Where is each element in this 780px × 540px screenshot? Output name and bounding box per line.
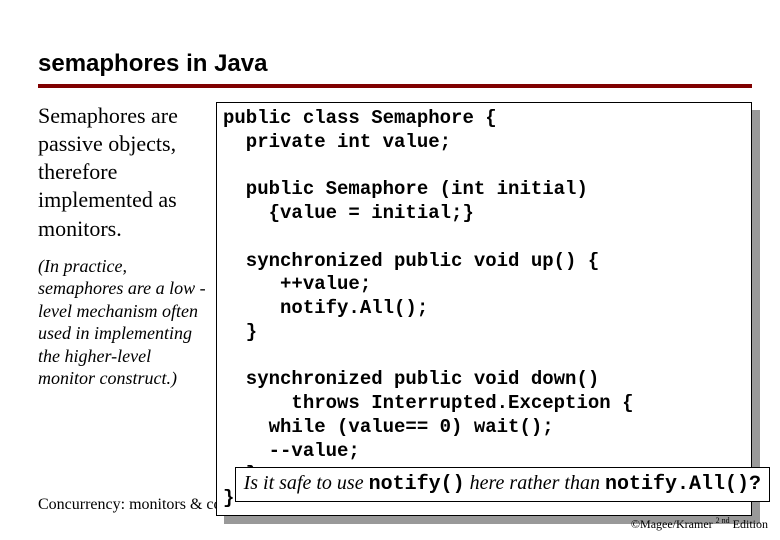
- slide-title: semaphores in Java: [38, 50, 752, 78]
- code-container: public class Semaphore { private int val…: [216, 102, 752, 516]
- question-code2: notify.All()?: [605, 473, 761, 496]
- content-columns: Semaphores are passive objects, therefor…: [38, 102, 752, 516]
- note-paragraph: (In practice, semaphores are a low -leve…: [38, 255, 206, 390]
- code-block: public class Semaphore { private int val…: [216, 102, 752, 516]
- footer-right: ©Magee/Kramer 2 nd Edition: [631, 516, 768, 532]
- title-divider: [38, 84, 752, 88]
- description-paragraph: Semaphores are passive objects, therefor…: [38, 102, 206, 243]
- footer-copyright-post: Edition: [730, 517, 768, 531]
- question-text-pre: Is it safe to use: [244, 472, 369, 494]
- footer-edition-sup: 2 nd: [716, 516, 730, 525]
- footer-copyright-pre: ©Magee/Kramer: [631, 517, 716, 531]
- callout-question: Is it safe to use notify() here rather t…: [235, 467, 770, 502]
- question-code1: notify(): [369, 473, 465, 496]
- question-text-mid: here rather than: [465, 472, 605, 494]
- left-column: Semaphores are passive objects, therefor…: [38, 102, 216, 390]
